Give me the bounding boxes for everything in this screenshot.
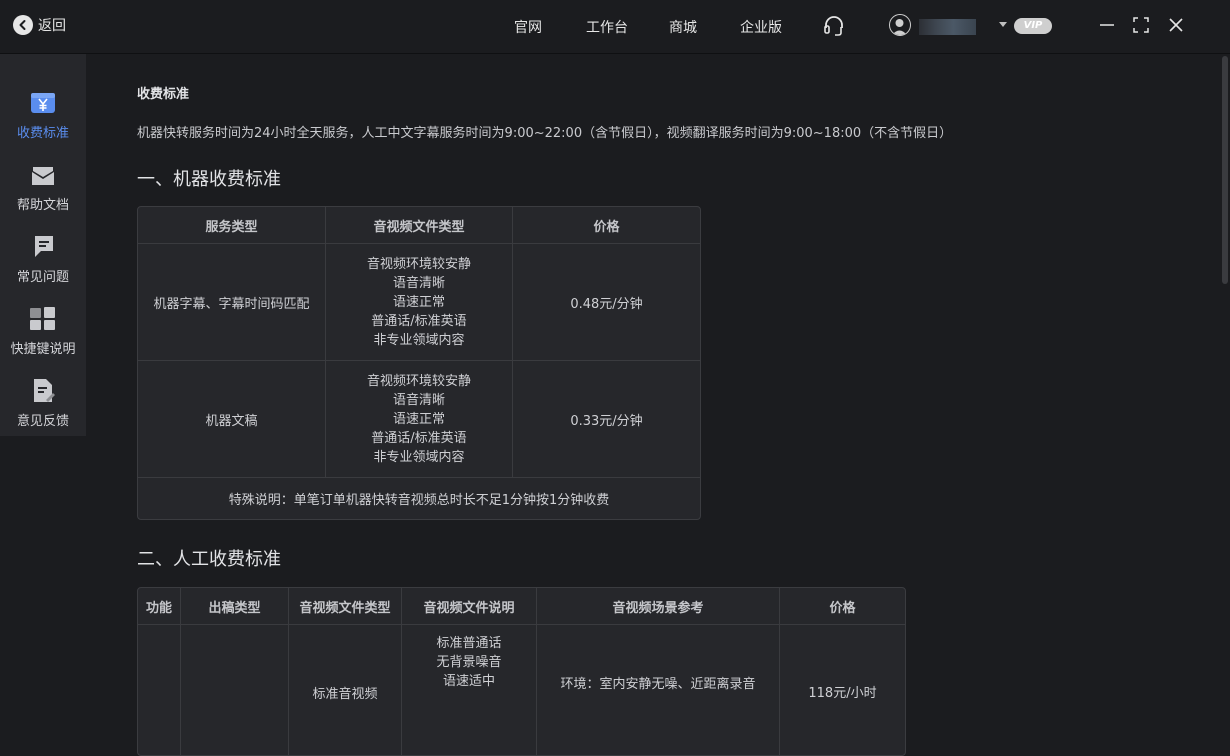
sidebar-item-label: 快捷键说明	[10, 342, 76, 357]
table-row: 机器字幕、字幕时间码匹配 音视频环境较安静 语音清晰 语速正常 普通话/标准英语…	[138, 244, 700, 361]
output-type-cell	[181, 625, 289, 755]
sidebar-item-label: 意见反馈	[16, 414, 69, 429]
scrollbar-thumb[interactable]	[1222, 56, 1228, 284]
column-header: 价格	[780, 588, 905, 625]
sidebar: 收费标准 帮助文档 常见问题 快捷键说明 意见反馈	[0, 54, 86, 436]
sidebar-item-feedback[interactable]: 意见反馈	[0, 378, 86, 450]
machine-pricing-table: 服务类型 音视频文件类型 价格 机器字幕、字幕时间码匹配 音视频环境较安静 语音…	[137, 206, 701, 520]
headset-icon[interactable]	[822, 14, 846, 42]
column-header: 价格	[513, 207, 700, 244]
sidebar-item-label: 常见问题	[16, 270, 69, 285]
column-header: 出稿类型	[181, 588, 289, 625]
manual-section-title: 二、人工收费标准	[137, 549, 281, 570]
envelope-icon	[29, 162, 57, 188]
table-row: 机器文稿 音视频环境较安静 语音清晰 语速正常 普通话/标准英语 非专业领域内容…	[138, 361, 700, 478]
column-header: 音视频文件类型	[289, 588, 402, 625]
special-note: 特殊说明：单笔订单机器快转音视频总时长不足1分钟按1分钟收费	[228, 493, 610, 508]
machine-section-title: 一、机器收费标准	[137, 169, 281, 190]
column-header: 音视频文件类型	[326, 207, 513, 244]
sidebar-item-shortcuts[interactable]: 快捷键说明	[0, 306, 86, 378]
sidebar-item-label: 帮助文档	[16, 198, 69, 213]
column-header: 功能	[138, 588, 181, 625]
scene-cell: 环境：室内安静无噪、近距离录音	[537, 625, 780, 755]
avatar[interactable]	[889, 14, 911, 36]
chat-icon	[29, 234, 57, 260]
file-type-cell: 音视频环境较安静 语音清晰 语速正常 普通话/标准英语 非专业领域内容	[326, 361, 513, 478]
nav-official-site[interactable]: 官网	[514, 17, 542, 37]
column-header: 服务类型	[138, 207, 326, 244]
back-button[interactable]: 返回	[13, 15, 66, 35]
file-type-cell: 音视频环境较安静 语音清晰 语速正常 普通话/标准英语 非专业领域内容	[326, 244, 513, 361]
nav-store[interactable]: 商城	[669, 17, 697, 37]
sidebar-item-faq[interactable]: 常见问题	[0, 234, 86, 306]
nav-enterprise[interactable]: 企业版	[740, 17, 782, 37]
feedback-doc-icon	[29, 378, 57, 404]
service-type-cell: 机器文稿	[138, 361, 326, 478]
vip-badge: VIP	[1014, 18, 1052, 34]
shortcut-grid-icon	[29, 306, 57, 332]
back-label: 返回	[38, 18, 66, 34]
page-title: 收费标准	[137, 87, 190, 102]
price-cell: 0.48元/分钟	[513, 244, 700, 361]
manual-pricing-table: 功能 出稿类型 音视频文件类型 音视频文件说明 音视频场景参考 价格 标准音视频…	[137, 587, 906, 756]
nav-workbench[interactable]: 工作台	[586, 17, 628, 37]
chevron-down-icon[interactable]	[999, 22, 1007, 27]
sidebar-item-help-docs[interactable]: 帮助文档	[0, 162, 86, 234]
yen-icon	[29, 90, 57, 116]
back-arrow-icon	[13, 15, 33, 35]
column-header: 音视频场景参考	[537, 588, 780, 625]
minimize-button[interactable]	[1099, 17, 1115, 37]
file-desc-cell: 标准普通话 无背景噪音 语速适中	[402, 625, 537, 755]
username-redacted	[919, 19, 976, 35]
sidebar-item-label: 收费标准	[16, 126, 69, 141]
service-hours-description: 机器快转服务时间为24小时全天服务，人工中文字幕服务时间为9:00~22:00（…	[137, 126, 953, 141]
sidebar-item-pricing[interactable]: 收费标准	[0, 90, 86, 162]
close-button[interactable]	[1168, 17, 1184, 37]
fullscreen-button[interactable]	[1133, 17, 1149, 37]
price-cell: 0.33元/分钟	[513, 361, 700, 478]
price-cell: 118元/小时	[808, 686, 877, 701]
function-cell	[138, 625, 181, 755]
file-type-cell: 标准音视频	[289, 625, 402, 755]
table-row: 标准音视频 标准普通话 无背景噪音 语速适中 环境：室内安静无噪、近距离录音 1…	[138, 625, 905, 755]
service-type-cell: 机器字幕、字幕时间码匹配	[138, 244, 326, 361]
column-header: 音视频文件说明	[402, 588, 537, 625]
title-bar: 返回 官网 工作台 商城 企业版 VIP	[0, 0, 1230, 54]
